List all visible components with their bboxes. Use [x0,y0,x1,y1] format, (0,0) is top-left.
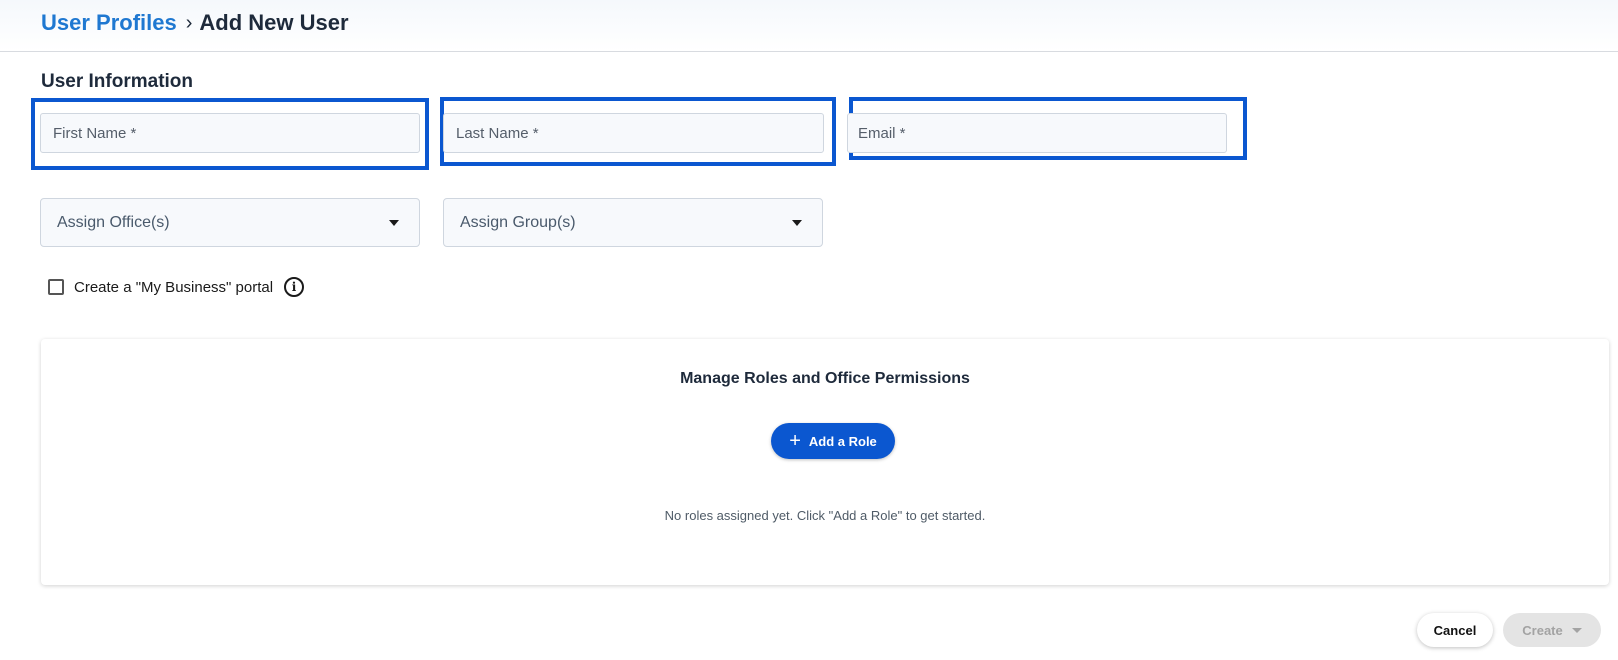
breadcrumb-separator-icon: › [185,11,193,34]
page-title: Add New User [199,10,349,35]
last-name-field[interactable] [443,113,824,153]
page-header: User Profiles › Add New User [0,0,1618,52]
user-information-heading: User Information [41,71,194,92]
breadcrumb: User Profiles › Add New User [41,10,349,36]
assign-offices-select[interactable]: Assign Office(s) [40,198,420,247]
create-label: Create [1522,622,1563,638]
roles-permissions-card: Manage Roles and Office Permissions + Ad… [41,339,1609,585]
assign-groups-label: Assign Group(s) [460,213,576,231]
my-business-portal-checkbox[interactable] [48,279,64,295]
caret-down-icon [389,219,399,226]
roles-empty-message: No roles assigned yet. Click "Add a Role… [664,508,986,523]
caret-down-icon [792,219,802,226]
email-field[interactable] [847,113,1227,153]
cancel-button[interactable]: Cancel [1417,613,1493,647]
first-name-field[interactable] [40,113,420,153]
add-role-label: Add a Role [808,433,877,449]
my-business-portal-row: Create a "My Business" portal i [48,277,305,297]
breadcrumb-user-profiles-link[interactable]: User Profiles [41,10,177,36]
create-button[interactable]: Create [1503,613,1601,647]
assign-offices-label: Assign Office(s) [57,213,170,231]
caret-down-icon [1571,627,1582,633]
add-role-button[interactable]: + Add a Role [771,423,895,459]
info-icon[interactable]: i [284,277,305,297]
assign-groups-select[interactable]: Assign Group(s) [443,198,823,247]
add-user-page: User Profiles › Add New User User Inform… [0,0,1618,660]
my-business-portal-label: Create a "My Business" portal [74,278,274,296]
roles-section-title: Manage Roles and Office Permissions [680,370,970,387]
plus-icon: + [789,430,801,452]
